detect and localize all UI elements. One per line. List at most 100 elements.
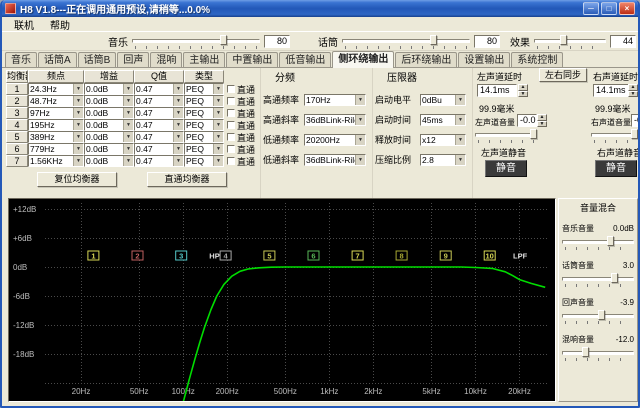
eq-frequency-combo[interactable]: 195Hz ▼ [28,119,84,131]
left-delay-value[interactable]: 14.1ms [477,84,517,97]
lpf-frequency-combo[interactable]: 20200Hz ▼ [304,133,366,146]
dropdown-arrow-icon[interactable]: ▼ [73,132,83,142]
lpf-slope-combo[interactable]: 36dBLink-Riley▼ [304,153,366,166]
band-marker-7[interactable]: 7 [356,252,360,261]
left-mute-button[interactable]: 静音 [485,160,527,177]
menu-connect[interactable]: 联机 [6,17,42,32]
dropdown-arrow-icon[interactable]: ▼ [173,132,183,142]
eq-type-combo[interactable]: PEQ ▼ [184,107,224,119]
right-mute-button[interactable]: 静音 [595,160,637,177]
mix-slider[interactable] [562,347,634,361]
tab-11[interactable]: 设置输出 [458,52,511,67]
spin-down-icon[interactable]: ▼ [537,120,547,127]
dropdown-arrow-icon[interactable]: ▼ [123,156,133,166]
band-marker-10[interactable]: 10 [486,252,494,261]
left-volume-slider[interactable] [475,129,537,143]
eq-q-combo[interactable]: 0.47 ▼ [134,107,184,119]
dropdown-arrow-icon[interactable]: ▼ [73,156,83,166]
tab-2[interactable]: 话筒A [38,52,77,67]
eq-bypass-toggle[interactable]: 直通 [224,95,258,107]
dropdown-arrow-icon[interactable]: ▼ [123,132,133,142]
slider-thumb[interactable] [220,34,228,45]
checkbox-icon[interactable] [227,133,235,141]
dropdown-arrow-icon[interactable]: ▼ [73,96,83,106]
checkbox-icon[interactable] [227,97,235,105]
slider-thumb[interactable] [606,236,614,246]
dropdown-arrow-icon[interactable]: ▼ [173,96,183,106]
dropdown-arrow-icon[interactable]: ▼ [173,120,183,130]
mic-level-slider[interactable] [342,34,470,49]
dropdown-arrow-icon[interactable]: ▼ [355,94,365,105]
eq-q-combo[interactable]: 0.47 ▼ [134,155,184,167]
left-volume-spinner[interactable]: ▲ ▼ [537,114,547,127]
limiter-threshold-combo[interactable]: 0dBu ▼ [420,93,466,106]
eq-gain-combo[interactable]: 0.0dB ▼ [84,131,134,143]
dropdown-arrow-icon[interactable]: ▼ [455,154,465,165]
right-delay-spinner[interactable]: ▲ ▼ [628,84,638,97]
spin-down-icon[interactable]: ▼ [518,90,528,97]
slider-thumb[interactable] [430,34,438,45]
eq-gain-combo[interactable]: 0.0dB ▼ [84,143,134,155]
checkbox-icon[interactable] [227,121,235,129]
eq-q-combo[interactable]: 0.47 ▼ [134,119,184,131]
checkbox-icon[interactable] [227,109,235,117]
eq-frequency-combo[interactable]: 97Hz ▼ [28,107,84,119]
dropdown-arrow-icon[interactable]: ▼ [455,94,465,105]
dropdown-arrow-icon[interactable]: ▼ [455,134,465,145]
dropdown-arrow-icon[interactable]: ▼ [355,134,365,145]
eq-q-combo[interactable]: 0.47 ▼ [134,83,184,95]
eq-gain-combo[interactable]: 0.0dB ▼ [84,155,134,167]
band-marker-9[interactable]: 9 [444,252,448,261]
eq-gain-combo[interactable]: 0.0dB ▼ [84,83,134,95]
eq-type-combo[interactable]: PEQ ▼ [184,143,224,155]
band-marker-2[interactable]: 2 [135,252,139,261]
tab-4[interactable]: 回声 [117,52,150,67]
eq-bypass-toggle[interactable]: 直通 [224,143,258,155]
tab-12[interactable]: 系统控制 [511,52,564,67]
dropdown-arrow-icon[interactable]: ▼ [123,144,133,154]
eq-q-combo[interactable]: 0.47 ▼ [134,95,184,107]
right-volume-value[interactable]: -0.0 [631,114,638,127]
band-marker-LPF[interactable]: LPF [513,252,528,261]
dropdown-arrow-icon[interactable]: ▼ [213,144,223,154]
dropdown-arrow-icon[interactable]: ▼ [123,84,133,94]
spin-down-icon[interactable]: ▼ [628,90,638,97]
eq-gain-combo[interactable]: 0.0dB ▼ [84,95,134,107]
eq-type-combo[interactable]: PEQ ▼ [184,83,224,95]
eq-type-combo[interactable]: PEQ ▼ [184,95,224,107]
eq-frequency-combo[interactable]: 24.3Hz ▼ [28,83,84,95]
dropdown-arrow-icon[interactable]: ▼ [213,84,223,94]
right-delay-value[interactable]: 14.1ms [593,84,633,97]
eq-frequency-combo[interactable]: 1.56KHz ▼ [28,155,84,167]
dropdown-arrow-icon[interactable]: ▼ [123,120,133,130]
dropdown-arrow-icon[interactable]: ▼ [213,96,223,106]
tab-5[interactable]: 混响 [150,52,183,67]
eq-frequency-combo[interactable]: 779Hz ▼ [28,143,84,155]
dropdown-arrow-icon[interactable]: ▼ [73,120,83,130]
close-button[interactable]: × [619,2,635,15]
right-volume-slider[interactable] [591,129,638,143]
limiter-ratio-combo[interactable]: 2.8 ▼ [420,153,466,166]
slider-thumb[interactable] [611,273,619,283]
left-volume-value[interactable]: -0.0 [517,114,537,127]
limiter-attack-combo[interactable]: 45ms ▼ [420,113,466,126]
eq-type-combo[interactable]: PEQ ▼ [184,119,224,131]
dropdown-arrow-icon[interactable]: ▼ [355,114,365,125]
dropdown-arrow-icon[interactable]: ▼ [173,108,183,118]
music-level-slider[interactable] [132,34,260,49]
eq-frequency-combo[interactable]: 389Hz ▼ [28,131,84,143]
eq-frequency-combo[interactable]: 48.7Hz ▼ [28,95,84,107]
mix-slider[interactable] [562,310,634,324]
checkbox-icon[interactable] [227,157,235,165]
dropdown-arrow-icon[interactable]: ▼ [355,154,365,165]
tab-9[interactable]: 侧环绕输出 [332,51,395,68]
dropdown-arrow-icon[interactable]: ▼ [173,144,183,154]
slider-thumb[interactable] [560,34,568,45]
tab-6[interactable]: 主输出 [183,52,226,67]
dropdown-arrow-icon[interactable]: ▼ [213,132,223,142]
mix-slider[interactable] [562,273,634,287]
dropdown-arrow-icon[interactable]: ▼ [455,114,465,125]
checkbox-icon[interactable] [227,85,235,93]
slider-thumb[interactable] [630,129,638,139]
slider-thumb[interactable] [582,347,590,357]
